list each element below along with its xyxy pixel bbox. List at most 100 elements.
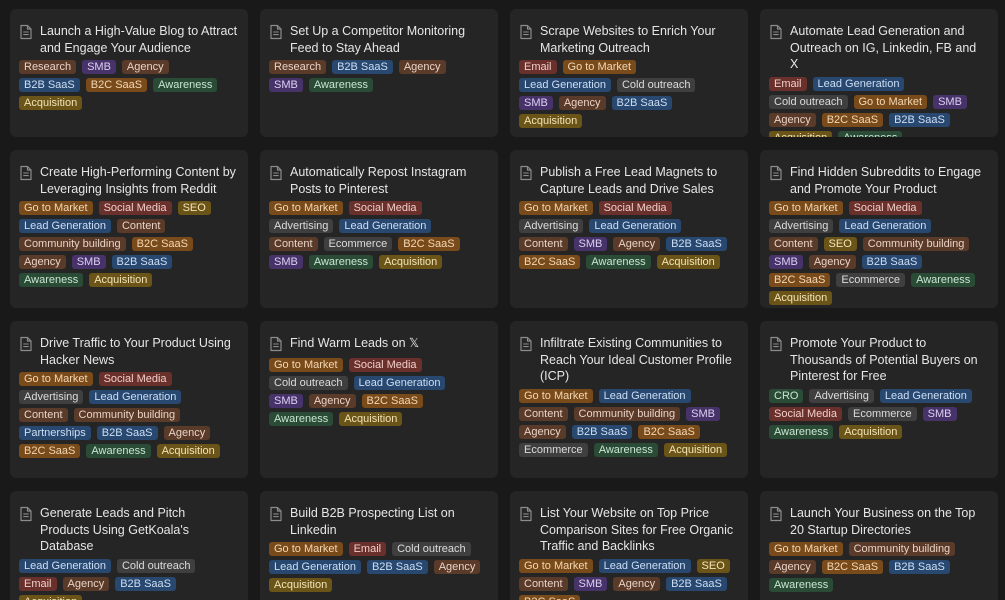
tag: SMB — [686, 406, 720, 421]
tag: Go to Market — [562, 60, 637, 74]
gallery-card[interactable]: Launch a High-Value Blog to Attract and … — [10, 9, 248, 137]
tag: Content — [269, 237, 318, 251]
tag: B2B SaaS — [571, 424, 633, 439]
tag: Advertising — [809, 388, 874, 403]
tag: Agency — [769, 112, 816, 127]
tag: Awareness — [308, 78, 374, 92]
tag: SMB — [933, 94, 967, 109]
page-icon — [269, 165, 285, 183]
gallery-card[interactable]: Find Hidden Subreddits to Engage and Pro… — [760, 150, 998, 308]
gallery-card[interactable]: Build B2B Prospecting List on Linkedin Go… — [260, 491, 498, 600]
tag: Advertising — [19, 390, 84, 404]
tag: SEO — [177, 201, 211, 215]
tag: Acquisition — [663, 442, 728, 457]
tag: B2C SaaS — [821, 560, 884, 574]
tag: Awareness — [911, 273, 976, 287]
tag: Community building — [19, 237, 126, 251]
card-tags: Go to Market Social Media Advertising Lead … — [269, 201, 488, 273]
gallery-card[interactable]: Automate Lead Generation and Outreach on… — [760, 9, 998, 137]
card-tags: Go to Market Social Media Advertising Lead … — [19, 372, 238, 462]
card-tags: Go to Market Social Media SEO Lead Generati… — [19, 201, 238, 291]
tag: B2C SaaS — [519, 594, 581, 600]
card-title: Generate Leads and Pitch Products Using … — [40, 506, 189, 553]
card-title: Automatically Repost Instagram Posts to … — [290, 165, 467, 196]
tag: Acquisition — [19, 594, 83, 600]
tag: Lead Generation — [339, 219, 432, 233]
tag: Community building — [862, 237, 970, 251]
gallery-card[interactable]: Set Up a Competitor Monitoring Feed to S… — [260, 9, 498, 137]
tag: Agency — [433, 560, 481, 574]
page-icon — [519, 336, 535, 354]
tag: B2C SaaS — [85, 78, 148, 92]
page-icon — [769, 336, 785, 354]
tag: B2B SaaS — [666, 576, 727, 591]
page-icon — [769, 165, 785, 183]
tag: Agency — [613, 576, 661, 591]
tag: SMB — [519, 96, 553, 110]
gallery-card[interactable]: Drive Traffic to Your Product Using Hack… — [10, 321, 248, 478]
tag: Awareness — [153, 78, 218, 92]
tag: Content — [519, 406, 568, 421]
page-icon — [269, 506, 285, 524]
tag: Agency — [19, 255, 66, 269]
gallery-card[interactable]: Publish a Free Lead Magnets to Capture L… — [510, 150, 748, 308]
tag: B2B SaaS — [115, 576, 176, 591]
gallery-card[interactable]: Create High-Performing Content by Levera… — [10, 150, 248, 308]
tag: Acquisition — [89, 273, 153, 287]
card-title: Launch Your Business on the Top 20 Start… — [790, 506, 976, 537]
tag: Content — [519, 576, 568, 591]
tag: Cold outreach — [392, 542, 471, 556]
tag: Go to Market — [519, 558, 593, 573]
gallery-card[interactable]: List Your Website on Top Price Compariso… — [510, 491, 748, 600]
page-icon — [519, 506, 535, 524]
tag: Social Media — [598, 201, 672, 215]
tag: Content — [519, 237, 568, 251]
tag: Go to Market — [519, 388, 593, 403]
tag: Lead Generation — [812, 76, 905, 91]
tag: Acquisition — [156, 444, 220, 458]
tag: Content — [19, 408, 68, 422]
card-title: Find Warm Leads on 𝕏 — [290, 336, 420, 350]
gallery-card[interactable]: Find Warm Leads on 𝕏 Go to Market Social M… — [260, 321, 498, 478]
tag: Awareness — [838, 130, 903, 137]
tag: Awareness — [586, 255, 651, 269]
card-title-row: Scrape Websites to Enrich Your Marketing… — [519, 23, 738, 56]
gallery-card[interactable]: Scrape Websites to Enrich Your Marketing… — [510, 9, 748, 137]
tag: Acquisition — [339, 412, 403, 426]
tag: B2C SaaS — [19, 444, 81, 458]
gallery-card[interactable]: Generate Leads and Pitch Products Using … — [10, 491, 248, 600]
card-tags: Lead Generation Cold outreach Email Agency B… — [19, 558, 238, 600]
card-tags: Research SMB Agency B2B SaaS B2C SaaS Awarene… — [19, 60, 238, 114]
tag: Lead Generation — [598, 388, 691, 403]
tag: Go to Market — [519, 201, 593, 215]
page-icon — [769, 506, 785, 524]
tag: Awareness — [19, 273, 84, 287]
tag: Acquisition — [379, 255, 443, 269]
tag: Content — [116, 219, 166, 233]
tag: Agency — [613, 237, 661, 251]
gallery-card[interactable]: Infiltrate Existing Communities to Reach… — [510, 321, 748, 478]
tag: B2B SaaS — [861, 255, 923, 269]
tag: B2B SaaS — [366, 560, 428, 574]
tag: Lead Generation — [839, 219, 932, 233]
page-icon — [519, 165, 535, 183]
page-icon — [19, 506, 35, 524]
tag: Social Media — [848, 201, 922, 215]
tag: Acquisition — [519, 114, 583, 128]
tag: Community building — [73, 408, 181, 422]
tag: B2B SaaS — [611, 96, 673, 110]
tag: B2B SaaS — [19, 78, 80, 92]
card-tags: Go to Market Social Media Advertising Lead … — [519, 201, 738, 273]
tag: SMB — [573, 576, 608, 591]
card-tags: Email Lead Generation Cold outreach Go to M… — [769, 76, 988, 137]
tag: Content — [769, 237, 818, 251]
gallery-card[interactable]: Launch Your Business on the Top 20 Start… — [760, 491, 998, 600]
tag: Awareness — [593, 442, 658, 457]
tag: B2C SaaS — [638, 424, 700, 439]
gallery-card[interactable]: Promote Your Product to Thousands of Pot… — [760, 321, 998, 478]
gallery-card[interactable]: Automatically Repost Instagram Posts to … — [260, 150, 498, 308]
tag: SEO — [696, 558, 730, 573]
card-title: Set Up a Competitor Monitoring Feed to S… — [290, 24, 466, 55]
tag: Partnerships — [19, 426, 91, 440]
tag: Go to Market — [19, 372, 93, 386]
